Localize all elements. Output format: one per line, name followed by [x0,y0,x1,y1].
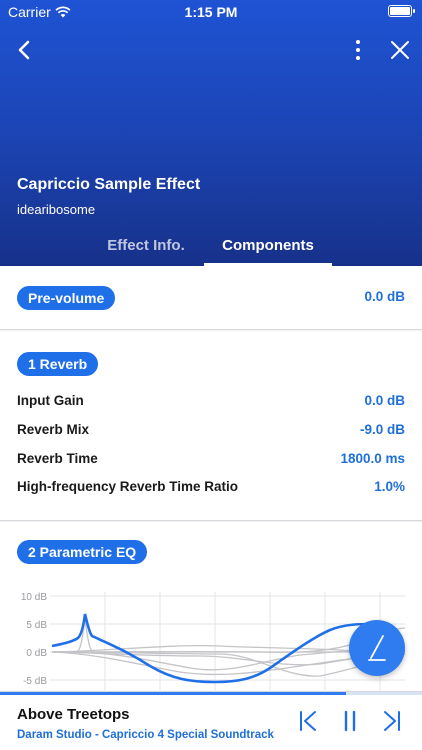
param-row-reverb-mix[interactable]: Reverb Mix -9.0 dB [17,422,405,442]
eq-y-tick: 10 dB [21,592,47,603]
status-bar: Carrier 1:15 PM [0,0,422,24]
pre-volume-badge[interactable]: Pre-volume [17,286,116,310]
param-row-input-gain[interactable]: Input Gain 0.0 dB [17,393,405,413]
status-time: 1:15 PM [184,4,238,20]
pre-volume-section: Pre-volume 0.0 dB [0,266,422,330]
skip-next-icon[interactable] [380,709,404,733]
playback-progress-fill [0,692,347,695]
playback-progress[interactable] [0,692,422,695]
eq-y-tick: -5 dB [23,676,47,687]
param-label: Input Gain [17,393,84,408]
edit-button[interactable] [349,620,405,676]
param-label: High-frequency Reverb Time Ratio [17,479,239,494]
eq-y-tick: 0 dB [26,648,47,659]
param-value: 1.0% [374,479,405,494]
pause-icon[interactable] [338,709,362,733]
param-value: 1800.0 ms [340,451,405,466]
close-icon[interactable] [386,36,414,64]
mini-player[interactable]: Above Treetops Daram Studio - Capriccio … [0,692,422,750]
effect-title: Capriccio Sample Effect [17,176,201,193]
param-value: 0.0 dB [364,393,405,408]
header: Carrier 1:15 PM Capriccio Sample Effect … [0,0,422,266]
param-label: Reverb Time [17,451,98,466]
param-label: Reverb Mix [17,422,90,437]
effect-author: idearibosome [17,202,96,217]
eq-y-tick: 5 dB [26,620,47,631]
tab-components[interactable]: Components [204,232,332,266]
battery-icon [388,5,415,17]
reverb-badge[interactable]: 1 Reverb [17,352,99,376]
track-subtitle: Daram Studio - Capriccio 4 Special Sound… [17,729,274,741]
skip-previous-icon[interactable] [296,709,320,733]
param-value: -9.0 dB [359,422,405,437]
tab-effect-info[interactable]: Effect Info. [88,232,204,266]
edit-pen-icon [368,635,386,661]
reverb-section: 1 Reverb Input Gain 0.0 dB Reverb Mix -9… [0,331,422,521]
pre-volume-value[interactable]: 0.0 dB [364,289,405,304]
param-row-reverb-time[interactable]: Reverb Time 1800.0 ms [17,451,405,471]
param-row-hf-reverb-ratio[interactable]: High-frequency Reverb Time Ratio 1.0% [17,479,405,499]
track-title: Above Treetops [17,706,130,723]
chevron-left-icon[interactable] [12,36,40,64]
more-vertical-icon[interactable] [348,36,368,64]
tab-bar: Effect Info. Components [88,232,332,266]
eq-badge[interactable]: 2 Parametric EQ [17,540,148,564]
